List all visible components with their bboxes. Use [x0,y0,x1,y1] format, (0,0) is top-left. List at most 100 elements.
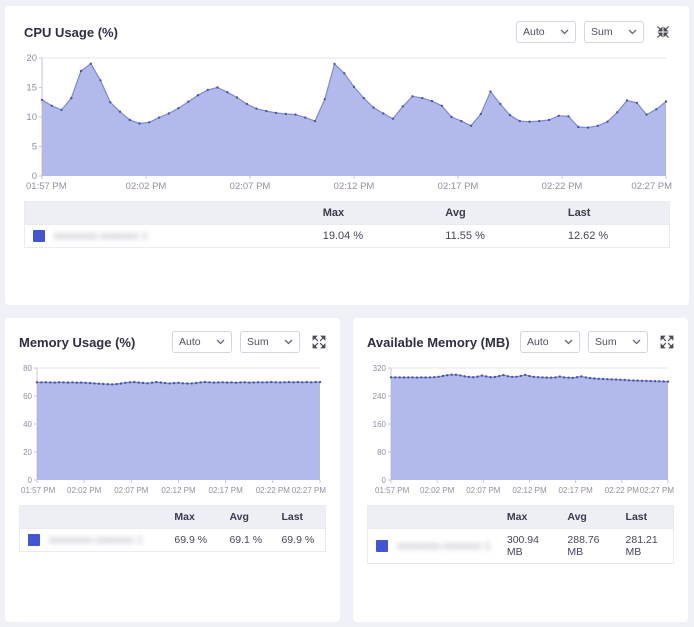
y-axis-label: 160 [373,420,387,429]
data-point-dot [76,382,78,384]
aggregation-select[interactable]: Sum [240,331,300,353]
cpu-usage-chart[interactable]: 0510152001:57 PM02:02 PM02:07 PM02:12 PM… [24,51,672,193]
series-swatch [376,540,388,552]
data-point-dot [158,116,160,118]
memory-legend-table: Max Avg Last xxxxxxxx-xxxxxxx 1 69.9 % 6… [19,505,326,552]
memory-usage-chart[interactable]: 02040608001:57 PM02:02 PM02:07 PM02:12 P… [19,361,326,497]
interval-select[interactable]: Auto [516,21,576,43]
data-point-dot [41,99,43,101]
data-point-dot [270,381,272,383]
data-point-dot [164,382,166,384]
data-point-dot [420,376,422,378]
data-point-dot [265,110,267,112]
x-axis-label: 02:27 PM [292,486,326,495]
data-point-dot [524,374,526,376]
data-point-dot [187,101,189,103]
y-axis-label: 20 [26,53,37,64]
data-point-dot [261,381,263,383]
data-point-dot [120,382,122,384]
data-point-dot [424,376,426,378]
data-point-dot [319,381,321,383]
data-point-dot [155,381,157,383]
data-point-dot [124,382,126,384]
data-point-dot [480,113,482,115]
data-point-dot [392,118,394,120]
data-point-dot [589,377,591,379]
expand-button[interactable] [660,335,674,349]
aggregation-select[interactable]: Sum [584,21,644,43]
legend-col-max: Max [315,202,438,225]
data-point-dot [67,381,69,383]
series-avg-value: 11.55 % [437,225,560,248]
data-point-dot [550,377,552,379]
x-axis-label: 02:22 PM [605,486,640,495]
data-point-dot [255,108,257,110]
data-point-dot [191,382,193,384]
chevron-down-icon [216,339,225,345]
data-point-dot [463,375,465,377]
available-memory-card: Available Memory (MB) Auto Sum [353,318,688,622]
y-axis-label: 5 [32,142,37,153]
memory-usage-card: Memory Usage (%) Auto Sum [5,318,340,622]
available-memory-chart[interactable]: 08016024032001:57 PM02:02 PM02:07 PM02:1… [367,361,674,497]
data-point-dot [606,378,608,380]
x-axis-label: 02:02 PM [420,486,455,495]
x-axis-label: 02:17 PM [438,181,479,192]
data-point-dot [186,382,188,384]
legend-col-avg: Avg [437,202,560,225]
data-point-dot [498,375,500,377]
data-point-dot [213,381,215,383]
data-point-dot [663,380,665,382]
data-point-dot [119,111,121,113]
interval-select[interactable]: Auto [520,331,580,353]
data-point-dot [235,382,237,384]
data-point-dot [411,95,413,97]
data-point-dot [353,86,355,88]
data-point-dot [402,105,404,107]
data-point-dot [559,375,561,377]
data-point-dot [142,382,144,384]
data-point-dot [70,97,72,99]
data-point-dot [563,376,565,378]
data-point-dot [292,381,294,383]
area-fill [37,382,320,480]
data-point-dot [372,106,374,108]
y-axis-label: 80 [377,448,386,457]
data-point-dot [528,375,530,377]
collapse-icon [656,25,670,39]
data-point-dot [394,376,396,378]
legend-col-last: Last [618,506,674,529]
data-point-dot [204,381,206,383]
aggregation-select[interactable]: Sum [588,331,648,353]
x-axis-label: 01:57 PM [375,486,410,495]
legend-col-series [368,506,499,529]
data-point-dot [266,381,268,383]
data-point-dot [624,379,626,381]
data-point-dot [637,379,639,381]
expand-button[interactable] [312,335,326,349]
legend-col-last: Last [560,202,670,225]
data-point-dot [129,119,131,121]
collapse-button[interactable] [656,25,670,39]
series-label-redacted: xxxxxxxx-xxxxxxx 1 [49,535,143,546]
data-point-dot [288,381,290,383]
area-fill [391,375,668,480]
interval-select[interactable]: Auto [172,331,232,353]
legend-row[interactable]: xxxxxxxx-xxxxxxx 1 69.9 % 69.1 % 69.9 % [20,529,326,552]
data-point-dot [546,376,548,378]
legend-col-series [20,506,167,529]
data-point-dot [611,378,613,380]
data-point-dot [593,377,595,379]
legend-row[interactable]: xxxxxxxx-xxxxxxx 1 300.94 MB 288.76 MB 2… [368,529,674,564]
data-point-dot [476,376,478,378]
data-point-dot [636,102,638,104]
data-point-dot [148,121,150,123]
data-point-dot [616,111,618,113]
data-point-dot [667,380,669,382]
y-axis-label: 240 [373,392,387,401]
data-point-dot [606,121,608,123]
legend-row[interactable]: xxxxxxxx-xxxxxxx 1 19.04 % 11.55 % 12.62… [25,225,670,248]
data-point-dot [619,379,621,381]
data-point-dot [645,113,647,115]
data-point-dot [294,113,296,115]
